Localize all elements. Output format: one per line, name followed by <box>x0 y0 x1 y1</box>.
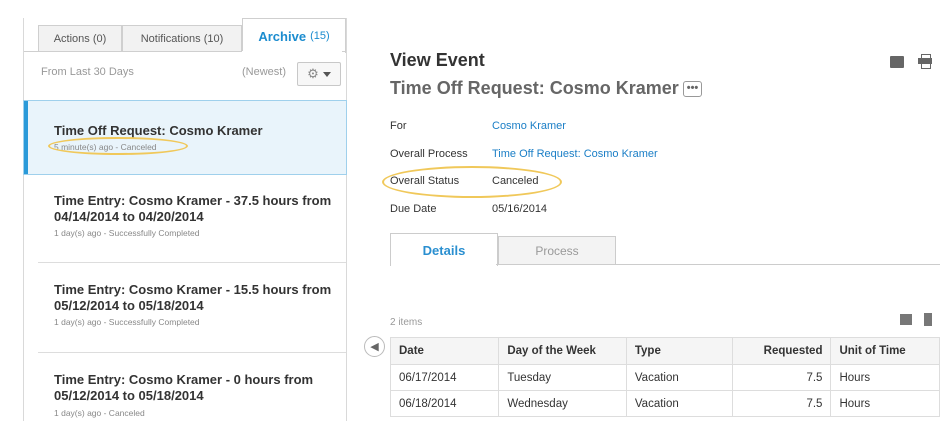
tab-label: Archive <box>258 28 307 44</box>
list-item-selected[interactable]: Time Off Request: Cosmo Kramer 5 minute(… <box>23 100 347 175</box>
event-detail-panel: View Event Time Off Request: Cosmo Krame… <box>382 0 940 421</box>
field-value: 05/16/2014 <box>492 203 548 215</box>
list-item-title: Time Entry: Cosmo Kramer - 37.5 hours fr… <box>54 193 332 224</box>
tab-label: Notifications <box>140 33 201 45</box>
tab-divider-gap <box>242 51 342 53</box>
table-cell: 7.5 <box>731 390 832 417</box>
tab-count: (10) <box>203 33 224 45</box>
table-row[interactable]: 06/18/2014 Wednesday Vacation 7.5 Hours <box>389 390 940 417</box>
list-divider <box>38 262 346 263</box>
tab-process[interactable]: Process <box>498 236 616 265</box>
table-cell: 06/17/2014 <box>389 364 500 391</box>
table-row[interactable]: 06/17/2014 Tuesday Vacation 7.5 Hours <box>389 364 940 391</box>
excel-icon[interactable] <box>900 314 912 325</box>
arrow-left-icon: ◀ <box>370 341 379 353</box>
column-header[interactable]: Requested <box>731 337 832 365</box>
column-header[interactable]: Date <box>389 337 500 365</box>
field-label: Overall Process <box>390 148 468 160</box>
field-label: Due Date <box>390 203 437 215</box>
field-value-link[interactable]: Cosmo Kramer <box>492 120 566 132</box>
inbox-panel: Actions (0) Notifications (10) Archive (1… <box>23 18 347 421</box>
page-title: View Event <box>390 50 485 70</box>
list-divider <box>38 352 346 353</box>
sort-order[interactable]: (Newest) <box>242 66 286 78</box>
list-item-subtitle: 1 day(s) ago - Canceled <box>54 408 145 418</box>
print-icon[interactable] <box>918 54 932 69</box>
caret-down-icon <box>322 71 331 77</box>
list-item[interactable]: Time Entry: Cosmo Kramer - 37.5 hours fr… <box>24 176 346 262</box>
tab-archive[interactable]: Archive (15) <box>242 18 346 53</box>
list-item[interactable]: Time Entry: Cosmo Kramer - 0 hours from … <box>24 354 346 421</box>
table-cell: 06/18/2014 <box>389 390 500 417</box>
chart-icon[interactable] <box>924 313 932 326</box>
excel-icon[interactable] <box>890 56 904 68</box>
list-item-subtitle: 1 day(s) ago - Successfully Completed <box>54 228 200 238</box>
tab-notifications[interactable]: Notifications (10) <box>122 25 242 52</box>
tab-details[interactable]: Details <box>390 233 498 266</box>
field-label: For <box>390 120 407 132</box>
column-header[interactable]: Unit of Time <box>830 337 940 365</box>
tab-count: (0) <box>92 33 107 45</box>
table-cell: Tuesday <box>498 364 627 391</box>
more-options-button[interactable]: ••• <box>682 81 703 98</box>
column-header[interactable]: Type <box>625 337 733 365</box>
table-cell: 7.5 <box>731 364 832 391</box>
collapse-panel-button[interactable]: ◀ <box>364 336 385 357</box>
event-title-text: Time Off Request: Cosmo Kramer <box>390 78 679 98</box>
list-item-title: Time Entry: Cosmo Kramer - 0 hours from … <box>54 372 314 403</box>
list-item-title: Time Entry: Cosmo Kramer - 15.5 hours fr… <box>54 282 332 313</box>
items-count: 2 items <box>390 317 423 328</box>
table-cell: Vacation <box>625 364 733 391</box>
field-value-link[interactable]: Time Off Request: Cosmo Kramer <box>492 148 658 160</box>
tab-label: Actions <box>53 33 90 45</box>
tab-divider <box>496 264 940 265</box>
detail-tabs: Details Process <box>390 233 940 266</box>
gear-icon: ⚙ <box>307 66 319 81</box>
date-range-filter[interactable]: From Last 30 Days <box>41 66 134 78</box>
tab-actions[interactable]: Actions (0) <box>38 25 122 52</box>
data-table: Date Day of the Week Type Requested Unit… <box>389 337 940 417</box>
table-cell: Vacation <box>625 390 733 417</box>
event-title: Time Off Request: Cosmo Kramer ••• <box>390 78 703 99</box>
tab-count: (15) <box>310 30 330 42</box>
table-cell: Hours <box>830 390 940 417</box>
list-item[interactable]: Time Entry: Cosmo Kramer - 15.5 hours fr… <box>24 264 346 350</box>
column-header[interactable]: Day of the Week <box>498 337 627 365</box>
list-item-subtitle: 1 day(s) ago - Successfully Completed <box>54 317 200 327</box>
settings-dropdown-button[interactable]: ⚙ <box>297 62 341 86</box>
table-cell: Wednesday <box>498 390 627 417</box>
highlight-oval <box>382 166 562 198</box>
table-header-row: Date Day of the Week Type Requested Unit… <box>389 337 940 365</box>
highlight-oval <box>48 137 188 155</box>
table-cell: Hours <box>830 364 940 391</box>
